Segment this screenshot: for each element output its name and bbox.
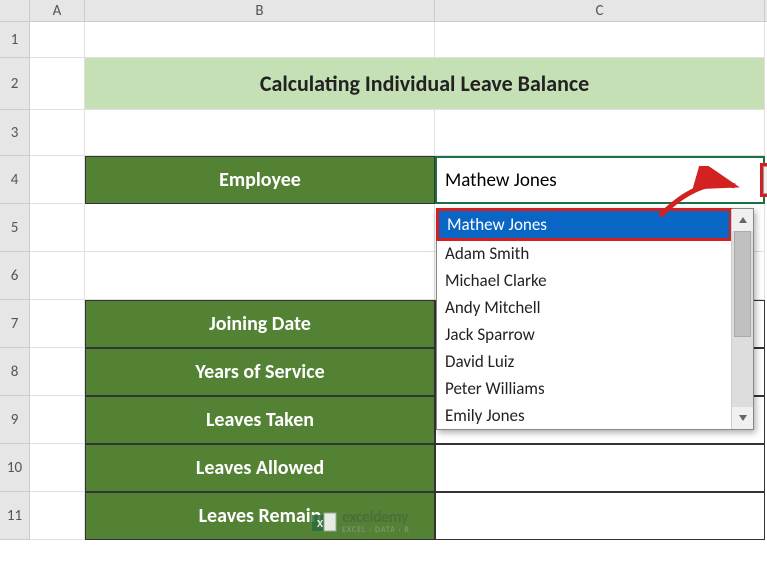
- row-header-4[interactable]: 4: [0, 156, 30, 204]
- cell-A6[interactable]: [30, 252, 85, 300]
- row-header-9[interactable]: 9: [0, 396, 30, 444]
- cell-A10[interactable]: [30, 444, 85, 492]
- employee-value: Mathew Jones: [445, 169, 557, 192]
- employee-label: Employee: [85, 156, 435, 204]
- dropdown-list: Mathew Jones Adam Smith Michael Clarke A…: [436, 208, 754, 430]
- scroll-track[interactable]: [732, 231, 753, 407]
- select-all-corner[interactable]: [0, 0, 30, 21]
- dropdown-items: Mathew Jones Adam Smith Michael Clarke A…: [437, 209, 731, 429]
- leaves-allowed-value[interactable]: [435, 444, 765, 492]
- watermark: X exceldemy EXCEL · DATA · B: [310, 510, 410, 534]
- watermark-icon: X: [310, 511, 338, 533]
- dropdown-item-3[interactable]: Andy Mitchell: [437, 294, 731, 321]
- annotation-arrow: [650, 166, 750, 226]
- row-header-1[interactable]: 1: [0, 22, 30, 58]
- page-title: Calculating Individual Leave Balance: [85, 58, 765, 110]
- cell-A5[interactable]: [30, 204, 85, 252]
- cell-C3[interactable]: [435, 110, 765, 156]
- years-service-label: Years of Service: [85, 348, 435, 396]
- row-header-7[interactable]: 7: [0, 300, 30, 348]
- cell-B3[interactable]: [85, 110, 435, 156]
- annotation-highlight: [760, 163, 767, 197]
- cell-A3[interactable]: [30, 110, 85, 156]
- leaves-taken-label: Leaves Taken: [85, 396, 435, 444]
- cell-A7[interactable]: [30, 300, 85, 348]
- cell-B6[interactable]: [85, 252, 435, 300]
- row-header-5[interactable]: 5: [0, 204, 30, 252]
- column-header-A[interactable]: A: [30, 0, 85, 21]
- cell-B5[interactable]: [85, 204, 435, 252]
- row-header-8[interactable]: 8: [0, 348, 30, 396]
- cell-C1[interactable]: [435, 22, 765, 58]
- row-header-3[interactable]: 3: [0, 110, 30, 156]
- joining-date-label: Joining Date: [85, 300, 435, 348]
- row-header-2[interactable]: 2: [0, 58, 30, 110]
- svg-text:X: X: [317, 517, 324, 530]
- cell-A2[interactable]: [30, 58, 85, 110]
- row-header-11[interactable]: 11: [0, 492, 30, 540]
- cell-A1[interactable]: [30, 22, 85, 58]
- column-header-row: A B C: [0, 0, 767, 22]
- row-header-10[interactable]: 10: [0, 444, 30, 492]
- column-header-B[interactable]: B: [85, 0, 435, 21]
- leaves-allowed-label: Leaves Allowed: [85, 444, 435, 492]
- dropdown-scrollbar[interactable]: [731, 209, 753, 429]
- cell-A4[interactable]: [30, 156, 85, 204]
- cell-B1[interactable]: [85, 22, 435, 58]
- dropdown-item-5[interactable]: David Luiz: [437, 348, 731, 375]
- dropdown-item-6[interactable]: Peter Williams: [437, 375, 731, 402]
- dropdown-item-2[interactable]: Michael Clarke: [437, 267, 731, 294]
- leaves-remain-value[interactable]: [435, 492, 765, 540]
- dropdown-item-1[interactable]: Adam Smith: [437, 240, 731, 267]
- row-header-6[interactable]: 6: [0, 252, 30, 300]
- dropdown-item-4[interactable]: Jack Sparrow: [437, 321, 731, 348]
- watermark-main: exceldemy: [342, 510, 410, 526]
- scroll-down-icon[interactable]: [732, 407, 753, 429]
- dropdown-item-7[interactable]: Emily Jones: [437, 402, 731, 429]
- cell-A11[interactable]: [30, 492, 85, 540]
- column-header-C[interactable]: C: [435, 0, 765, 21]
- cell-A8[interactable]: [30, 348, 85, 396]
- watermark-sub: EXCEL · DATA · B: [342, 526, 410, 534]
- cell-A9[interactable]: [30, 396, 85, 444]
- scroll-thumb[interactable]: [734, 231, 751, 337]
